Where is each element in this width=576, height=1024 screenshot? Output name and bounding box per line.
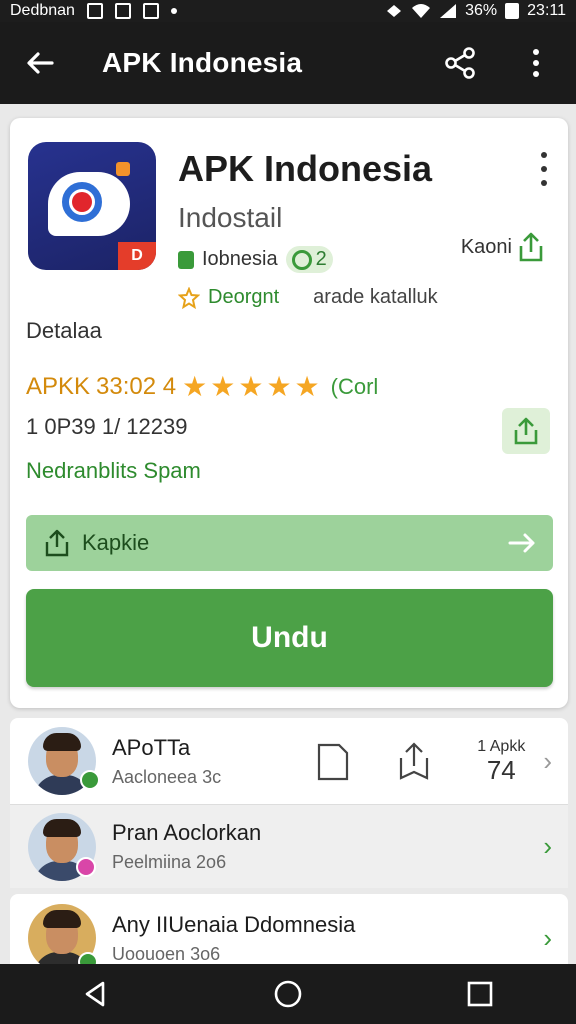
- share-square-button[interactable]: [502, 408, 550, 454]
- share-button[interactable]: [442, 45, 478, 81]
- status-dot-icon: [76, 857, 96, 877]
- list-item-subtitle: Aacloneea 3c: [112, 766, 222, 787]
- app-logo: D: [28, 142, 156, 270]
- list-item[interactable]: APoTTa Aacloneea 3c 1 Apkk 74 ›: [10, 718, 568, 804]
- tagline: Nedranblits Spam: [26, 458, 201, 483]
- region-badge: 2: [285, 246, 333, 273]
- document-icon[interactable]: [315, 739, 351, 783]
- star-icon: ★: [294, 371, 321, 402]
- upload-icon: [45, 529, 69, 557]
- upload-icon: [514, 417, 538, 445]
- star-icon: ★: [266, 371, 293, 402]
- apk-code-number: 74: [486, 754, 516, 785]
- online-status-icon: [80, 770, 100, 790]
- list-item-title: Pran Aoclorkan: [112, 820, 262, 845]
- rating-prefix: APKK: [26, 372, 91, 400]
- home-circle-icon[interactable]: [273, 979, 303, 1009]
- apk-code-badge: 1 Apkk 74: [477, 738, 525, 784]
- star-icon: ★: [238, 371, 265, 402]
- chevron-right-icon[interactable]: ›: [543, 831, 552, 862]
- region-count: 2: [315, 248, 327, 270]
- vibrate-icon: [387, 5, 402, 17]
- chevron-right-icon[interactable]: ›: [543, 746, 552, 777]
- battery-icon: [505, 3, 520, 19]
- status-bar: Dedbnan 36% 23:11: [0, 0, 576, 22]
- share-bar-button[interactable]: Kapkie: [26, 515, 553, 571]
- app-badges-row: Deorgnt arade katalluk: [178, 286, 438, 309]
- card-more-button[interactable]: [534, 152, 554, 186]
- list-item-title: APoTTa: [112, 734, 191, 760]
- app-detail-card: D APK Indonesia Indostail Iobnesia 2 Kao…: [10, 118, 568, 708]
- share-icon: [445, 47, 475, 79]
- apk-code-top: 1 Apkk: [477, 737, 526, 755]
- app-bar: APK Indonesia: [0, 22, 576, 104]
- share-bar-label: Kapkie: [82, 530, 150, 555]
- rating-row: APKK 33:02 4 ★ ★ ★ ★ ★ (Corl: [26, 370, 378, 403]
- category-label: arade katalluk: [313, 286, 438, 308]
- app-name: APK Indonesia: [178, 148, 433, 189]
- status-time: 23:11: [527, 2, 566, 19]
- rating-count: (Corl: [330, 373, 379, 399]
- chevron-right-icon[interactable]: ›: [543, 923, 552, 954]
- award-icon: [178, 286, 200, 309]
- rating-value: 33:02 4: [96, 372, 177, 400]
- notification-icon: [86, 3, 103, 19]
- upload-icon[interactable]: [397, 740, 431, 782]
- clipboard-notification-icon: [142, 3, 159, 19]
- image-notification-icon: [114, 3, 131, 19]
- star-icon: ★: [210, 371, 237, 402]
- wifi-icon: [412, 4, 431, 18]
- system-nav-bar: [0, 964, 576, 1024]
- downloads-text: 1 0P39 1/ 12239: [26, 414, 188, 439]
- upload-icon: [519, 232, 543, 262]
- overflow-menu-button[interactable]: [518, 45, 554, 81]
- back-triangle-icon[interactable]: [81, 979, 111, 1009]
- list-item[interactable]: Pran Aoclorkan Peelmiina 2o6 ›: [10, 804, 568, 888]
- details-heading: Detalaa: [26, 318, 102, 343]
- list-item-subtitle: Uoouoen 3o6: [112, 943, 221, 964]
- arrow-left-icon: [27, 52, 54, 74]
- lock-icon: [178, 250, 194, 269]
- more-vert-icon: [533, 49, 539, 77]
- star-icon: ★: [182, 371, 209, 402]
- install-button[interactable]: Undu: [26, 589, 553, 687]
- export-link[interactable]: Kaoni: [461, 230, 546, 264]
- recents-square-icon[interactable]: [465, 979, 495, 1009]
- badge-circle-icon: [291, 249, 312, 270]
- signal-icon: [440, 4, 457, 18]
- app-meta-row: Iobnesia 2: [178, 246, 333, 273]
- status-carrier-text: Dedbnan: [10, 2, 75, 19]
- dot-icon: [170, 8, 177, 14]
- badge-label: Deorgnt: [208, 286, 280, 308]
- back-button[interactable]: [22, 45, 58, 81]
- arrow-right-icon: [508, 533, 535, 553]
- battery-percent: 36%: [465, 2, 498, 19]
- region-label: Iobnesia: [202, 248, 278, 270]
- star-rating: ★ ★ ★ ★ ★: [182, 370, 321, 403]
- list-item-title: Any IIUenaia Ddomnesia: [112, 911, 356, 937]
- list-item-subtitle: Peelmiina 2o6: [112, 852, 227, 872]
- app-developer: Indostail: [178, 202, 283, 233]
- export-label: Kaoni: [460, 235, 512, 258]
- page-title: APK Indonesia: [102, 47, 303, 78]
